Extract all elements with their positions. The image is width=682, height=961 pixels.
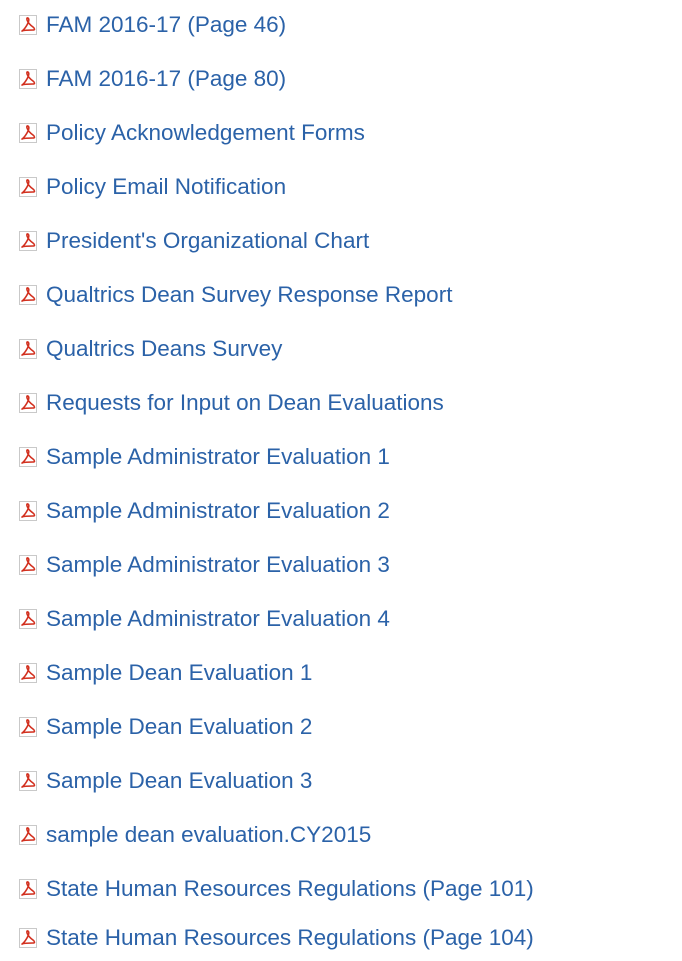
pdf-icon[interactable] xyxy=(16,229,40,253)
pdf-icon[interactable] xyxy=(16,67,40,91)
pdf-icon[interactable] xyxy=(16,499,40,523)
document-link[interactable]: FAM 2016-17 (Page 46) xyxy=(46,12,286,38)
document-link[interactable]: Qualtrics Dean Survey Response Report xyxy=(46,282,452,308)
document-link[interactable]: Policy Email Notification xyxy=(46,174,286,200)
list-item: FAM 2016-17 (Page 80) xyxy=(0,59,286,99)
list-item: Qualtrics Deans Survey xyxy=(0,329,282,369)
pdf-icon[interactable] xyxy=(16,283,40,307)
list-item: Sample Administrator Evaluation 1 xyxy=(0,437,390,477)
document-link[interactable]: FAM 2016-17 (Page 80) xyxy=(46,66,286,92)
list-item: Policy Acknowledgement Forms xyxy=(0,113,365,153)
document-link[interactable]: Sample Dean Evaluation 3 xyxy=(46,768,312,794)
pdf-icon[interactable] xyxy=(16,175,40,199)
document-link[interactable]: Requests for Input on Dean Evaluations xyxy=(46,390,444,416)
pdf-icon[interactable] xyxy=(16,391,40,415)
list-item: Sample Dean Evaluation 2 xyxy=(0,707,312,747)
document-link[interactable]: Sample Dean Evaluation 2 xyxy=(46,714,312,740)
document-link[interactable]: Sample Administrator Evaluation 2 xyxy=(46,498,390,524)
list-item: sample dean evaluation.CY2015 xyxy=(0,815,371,855)
document-link[interactable]: Sample Administrator Evaluation 3 xyxy=(46,552,390,578)
pdf-icon[interactable] xyxy=(16,769,40,793)
pdf-icon[interactable] xyxy=(16,661,40,685)
document-link[interactable]: Sample Administrator Evaluation 4 xyxy=(46,606,390,632)
document-link[interactable]: State Human Resources Regulations (Page … xyxy=(46,925,534,951)
list-item: Sample Administrator Evaluation 3 xyxy=(0,545,390,585)
document-link[interactable]: sample dean evaluation.CY2015 xyxy=(46,822,371,848)
pdf-icon[interactable] xyxy=(16,13,40,37)
document-link[interactable]: Qualtrics Deans Survey xyxy=(46,336,282,362)
list-item: President's Organizational Chart xyxy=(0,221,369,261)
pdf-icon[interactable] xyxy=(16,553,40,577)
list-item: Requests for Input on Dean Evaluations xyxy=(0,383,444,423)
list-item: Sample Dean Evaluation 1 xyxy=(0,653,312,693)
document-link[interactable]: Sample Dean Evaluation 1 xyxy=(46,660,312,686)
pdf-icon[interactable] xyxy=(16,607,40,631)
pdf-icon[interactable] xyxy=(16,337,40,361)
list-item: Qualtrics Dean Survey Response Report xyxy=(0,275,452,315)
pdf-icon[interactable] xyxy=(16,926,40,950)
list-item: Policy Email Notification xyxy=(0,167,286,207)
pdf-icon[interactable] xyxy=(16,445,40,469)
pdf-icon[interactable] xyxy=(16,823,40,847)
document-link[interactable]: Policy Acknowledgement Forms xyxy=(46,120,365,146)
document-link[interactable]: State Human Resources Regulations (Page … xyxy=(46,876,534,902)
list-item: State Human Resources Regulations (Page … xyxy=(0,918,534,958)
pdf-icon[interactable] xyxy=(16,877,40,901)
pdf-icon[interactable] xyxy=(16,715,40,739)
pdf-icon[interactable] xyxy=(16,121,40,145)
list-item: Sample Administrator Evaluation 4 xyxy=(0,599,390,639)
list-item: State Human Resources Regulations (Page … xyxy=(0,869,534,909)
list-item: Sample Dean Evaluation 3 xyxy=(0,761,312,801)
document-link[interactable]: Sample Administrator Evaluation 1 xyxy=(46,444,390,470)
list-item: Sample Administrator Evaluation 2 xyxy=(0,491,390,531)
document-link[interactable]: President's Organizational Chart xyxy=(46,228,369,254)
list-item: FAM 2016-17 (Page 46) xyxy=(0,5,286,45)
